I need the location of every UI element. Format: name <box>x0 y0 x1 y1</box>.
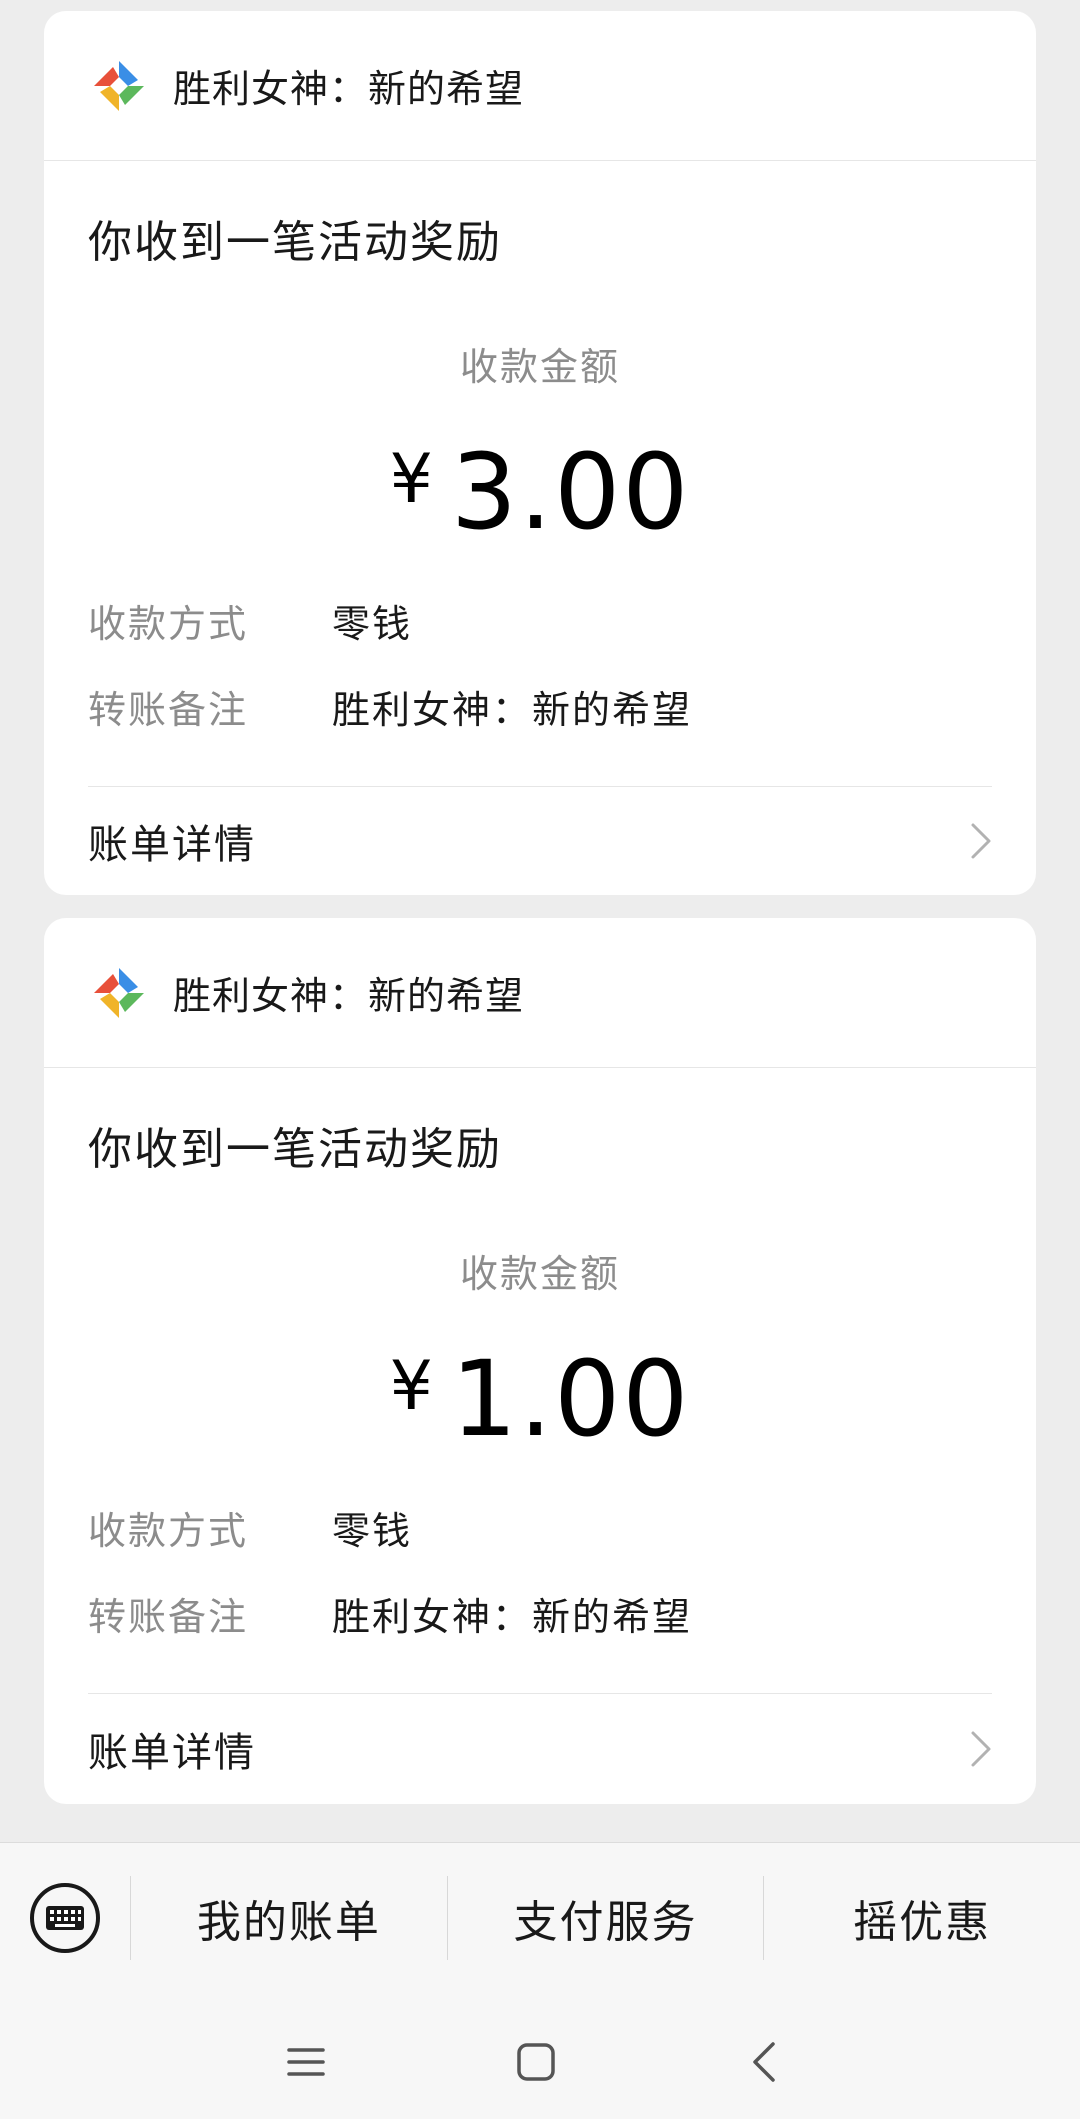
transfer-note-row: 转账备注 胜利女神：新的希望 <box>88 1586 992 1641</box>
transfer-note-value: 胜利女神：新的希望 <box>332 1595 693 1639</box>
transfer-note-row: 转账备注 胜利女神：新的希望 <box>88 679 992 734</box>
payment-method-label: 收款方式 <box>88 1509 249 1553</box>
menu-payment-services[interactable]: 支付服务 <box>448 1843 764 1993</box>
system-navigation-bar <box>0 2027 1080 2097</box>
card-title: 你收到一笔活动奖励 <box>88 217 502 268</box>
chevron-right-icon <box>971 823 991 859</box>
bottom-bar: 我的账单 支付服务 摇优惠 <box>0 1842 1080 2119</box>
nav-back-button[interactable] <box>719 2027 809 2097</box>
payment-method-row: 收款方式 零钱 <box>88 593 992 648</box>
chevron-right-icon <box>971 1731 991 1767</box>
brand-name: 胜利女神：新的希望 <box>173 67 525 111</box>
service-menu: 我的账单 支付服务 摇优惠 <box>0 1843 1080 1993</box>
amount-value: ¥3.00 <box>44 431 1036 553</box>
brand-name: 胜利女神：新的希望 <box>173 974 525 1018</box>
bill-detail-label: 账单详情 <box>88 822 256 868</box>
payment-method-value: 零钱 <box>332 602 413 646</box>
menu-shake-offers[interactable]: 摇优惠 <box>764 1843 1080 1993</box>
transfer-note-value: 胜利女神：新的希望 <box>332 688 693 732</box>
bill-detail-link[interactable]: 账单详情 <box>44 1694 1036 1804</box>
menu-my-bills[interactable]: 我的账单 <box>131 1843 447 1993</box>
bill-detail-label: 账单详情 <box>88 1730 256 1776</box>
nav-menu-button[interactable] <box>261 2027 351 2097</box>
amount-number: 3.00 <box>450 431 691 553</box>
app-logo-icon <box>94 967 144 1018</box>
amount-label: 收款金额 <box>459 345 620 389</box>
keyboard-toggle-button[interactable] <box>0 1843 130 1993</box>
card-title: 你收到一笔活动奖励 <box>88 1124 502 1175</box>
payment-method-label: 收款方式 <box>88 602 249 646</box>
payment-method-row: 收款方式 零钱 <box>88 1500 992 1555</box>
message-card-2: 胜利女神：新的希望 你收到一笔活动奖励 收款金额 ¥1.00 收款方式 零钱 转… <box>44 918 1036 1804</box>
app-logo-icon <box>94 60 144 111</box>
bill-detail-link[interactable]: 账单详情 <box>44 787 1036 895</box>
nav-home-button[interactable] <box>491 2027 581 2097</box>
back-icon <box>753 2042 775 2082</box>
transfer-note-label: 转账备注 <box>88 688 249 732</box>
payment-method-value: 零钱 <box>332 1509 413 1553</box>
currency-symbol: ¥ <box>389 440 435 519</box>
amount-value: ¥1.00 <box>44 1338 1036 1460</box>
menu-icon <box>287 2048 325 2076</box>
amount-label: 收款金额 <box>459 1252 620 1296</box>
card-header[interactable]: 胜利女神：新的希望 <box>44 11 1036 161</box>
card-header[interactable]: 胜利女神：新的希望 <box>44 918 1036 1068</box>
message-card-1: 胜利女神：新的希望 你收到一笔活动奖励 收款金额 ¥3.00 收款方式 零钱 转… <box>44 11 1036 895</box>
currency-symbol: ¥ <box>389 1347 435 1426</box>
transfer-note-label: 转账备注 <box>88 1595 249 1639</box>
amount-number: 1.00 <box>450 1338 691 1460</box>
home-icon <box>517 2043 555 2081</box>
keyboard-icon <box>30 1883 100 1953</box>
